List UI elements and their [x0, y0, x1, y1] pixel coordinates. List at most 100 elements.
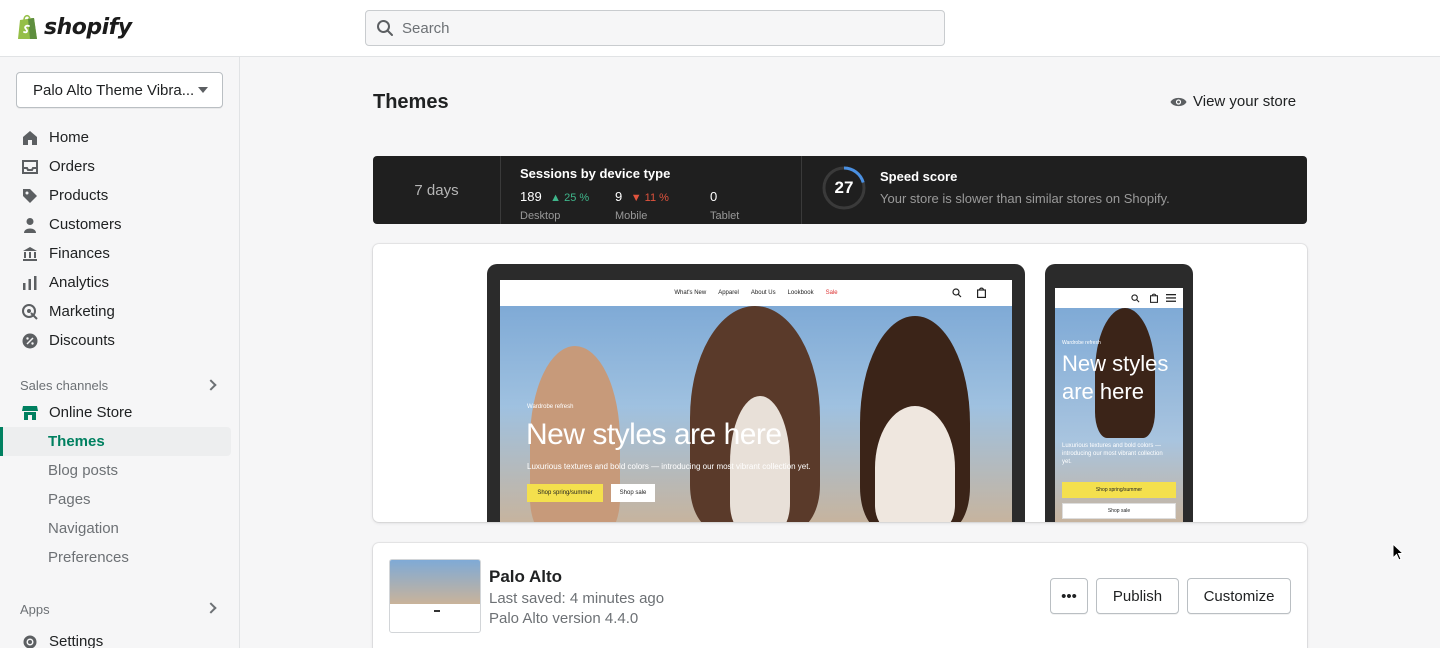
store-name: Palo Alto Theme Vibra...	[33, 81, 195, 99]
nav-item-finances[interactable]: Finances	[0, 239, 239, 268]
online-store-subnav: Themes Blog posts Pages Navigation Prefe…	[0, 427, 239, 572]
shopify-bag-icon	[18, 14, 37, 39]
period-selector[interactable]: 7 days	[373, 156, 501, 224]
mobile-hero-title: New styles are here	[1062, 351, 1169, 404]
nav-item-customers[interactable]: Customers	[0, 210, 239, 239]
nav-item-online-store[interactable]: Online Store	[0, 398, 239, 427]
theme-version: Palo Alto version 4.4.0	[489, 610, 639, 627]
subnav-item-navigation[interactable]: Navigation	[0, 514, 239, 543]
device-change-down: ▼ 11 %	[630, 192, 669, 204]
hamburger-menu-icon	[1166, 294, 1176, 302]
store-selector[interactable]: Palo Alto Theme Vibra...	[16, 72, 223, 108]
mobile-hero-eyebrow: Wardrobe refresh	[1062, 340, 1101, 346]
search-icon	[377, 20, 393, 36]
nav-label: Home	[49, 129, 90, 146]
device-label: Mobile	[615, 210, 648, 222]
chevron-right-icon[interactable]	[205, 379, 217, 391]
store-icon	[21, 404, 39, 422]
subnav-item-pages[interactable]: Pages	[0, 485, 239, 514]
theme-preview: What's New Apparel About Us Lookbook Sal…	[373, 244, 1307, 522]
speed-score-description: Your store is slower than similar stores…	[880, 191, 1170, 206]
hero-title: New styles are here	[526, 418, 782, 451]
store-nav-link: Apparel	[718, 290, 739, 296]
device-change-value: 11 %	[644, 192, 669, 204]
chevron-right-icon[interactable]	[205, 602, 217, 614]
mobile-hero-primary-button: Shop spring/summer	[1062, 482, 1176, 498]
store-nav-link: What's New	[674, 290, 707, 296]
device-count: 0	[710, 189, 718, 204]
nav-item-home[interactable]: Home	[0, 123, 239, 152]
logo-text: shopify	[44, 14, 132, 40]
nav-label: Finances	[49, 245, 110, 262]
eye-icon	[1170, 97, 1187, 106]
nav-label: Discounts	[49, 332, 115, 349]
device-change-up: ▲ 25 %	[550, 192, 590, 204]
desktop-preview: What's New Apparel About Us Lookbook Sal…	[487, 264, 1025, 522]
theme-name: Palo Alto	[489, 567, 563, 586]
search-input[interactable]	[402, 19, 902, 37]
device-change-value: 25 %	[564, 192, 590, 204]
mobile-preview: Wardrobe refresh New styles are here Lux…	[1045, 264, 1193, 522]
device-label: Tablet	[710, 210, 740, 222]
caret-down-icon	[198, 87, 208, 93]
store-nav-link-sale: Sale	[825, 290, 838, 296]
subnav-item-blog-posts[interactable]: Blog posts	[0, 456, 239, 485]
publish-button[interactable]: Publish	[1096, 578, 1179, 614]
nav-item-products[interactable]: Products	[0, 181, 239, 210]
hero-banner: Wardrobe refresh New styles are here Lux…	[500, 306, 1012, 522]
speed-score-value: 27	[834, 178, 854, 197]
device-label: Desktop	[520, 210, 561, 222]
hero-eyebrow: Wardrobe refresh	[527, 404, 574, 410]
theme-thumbnail	[389, 559, 481, 633]
model-dress	[730, 396, 790, 522]
customize-button[interactable]: Customize	[1187, 578, 1291, 614]
inbox-icon	[21, 158, 39, 176]
nav-label: Orders	[49, 158, 95, 175]
subnav-item-themes[interactable]: Themes	[0, 427, 231, 456]
nav-item-discounts[interactable]: Discounts	[0, 326, 239, 355]
nav-item-settings[interactable]: Settings	[0, 627, 239, 648]
device-tablet: 0 Tablet	[710, 188, 739, 222]
tag-icon	[21, 187, 39, 205]
main-nav: Home Orders Products Customers Finances …	[0, 123, 239, 355]
mobile-screen: Wardrobe refresh New styles are here Lux…	[1055, 288, 1183, 522]
home-icon	[21, 129, 39, 147]
subnav-item-preferences[interactable]: Preferences	[0, 543, 239, 572]
shopify-logo[interactable]: shopify	[16, 13, 132, 41]
nav-item-orders[interactable]: Orders	[0, 152, 239, 181]
nav-label: Online Store	[49, 404, 133, 421]
nav-item-analytics[interactable]: Analytics	[0, 268, 239, 297]
device-count: 189	[520, 189, 542, 204]
search-icon	[952, 288, 962, 298]
device-desktop: 189 ▲ 25 % Desktop	[520, 188, 589, 222]
model-dress	[875, 406, 955, 522]
person-icon	[21, 216, 39, 234]
store-nav: What's New Apparel About Us Lookbook Sal…	[500, 280, 1012, 306]
nav-label: Customers	[49, 216, 122, 233]
mobile-hero-banner: Wardrobe refresh New styles are here Lux…	[1055, 308, 1183, 522]
page-title: Themes	[373, 91, 449, 113]
nav-label: Settings	[49, 633, 104, 648]
discount-icon	[21, 332, 39, 350]
store-nav-link: Lookbook	[787, 290, 814, 296]
theme-last-saved: Last saved: 4 minutes ago	[489, 590, 665, 607]
view-store-link[interactable]: View your store	[1170, 93, 1296, 110]
hero-secondary-button: Shop sale	[611, 484, 655, 502]
mouse-cursor-icon	[1392, 543, 1404, 561]
stats-bar: 7 days Sessions by device type 189 ▲ 25 …	[373, 156, 1307, 224]
thumbnail-mark	[434, 610, 440, 612]
current-theme-card: Palo Alto Last saved: 4 minutes ago Palo…	[373, 543, 1307, 648]
bag-icon	[1150, 293, 1158, 303]
nav-item-marketing[interactable]: Marketing	[0, 297, 239, 326]
bag-icon	[977, 287, 986, 298]
sessions-panel: Sessions by device type 189 ▲ 25 % Deskt…	[502, 156, 802, 224]
apps-label: Apps	[20, 602, 50, 617]
hero-primary-button: Shop spring/summer	[527, 484, 603, 502]
gear-icon	[21, 633, 39, 648]
speed-score-title[interactable]: Speed score	[880, 169, 957, 184]
store-nav-link: About Us	[750, 290, 776, 296]
nav-label: Marketing	[49, 303, 115, 320]
search-bar[interactable]	[365, 10, 945, 46]
sessions-title: Sessions by device type	[520, 166, 671, 181]
more-actions-button[interactable]: •••	[1050, 578, 1088, 614]
